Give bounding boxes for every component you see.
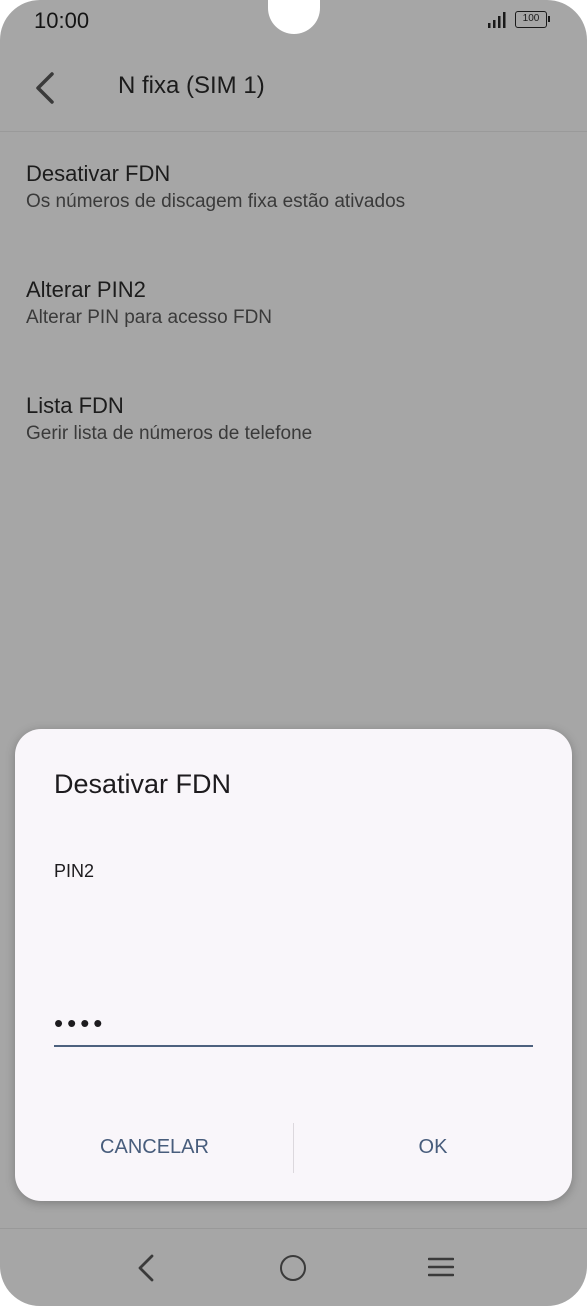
pin2-dialog: Desativar FDN PIN2 •••• CANCELAR OK	[15, 729, 572, 1201]
dialog-button-row: CANCELAR OK	[15, 1121, 572, 1173]
app-bar: N fixa (SIM 1)	[0, 44, 587, 132]
setting-desativar-fdn[interactable]: Desativar FDN Os números de discagem fix…	[26, 160, 566, 216]
page-title: N fixa (SIM 1)	[118, 72, 265, 99]
setting-lista-fdn[interactable]: Lista FDN Gerir lista de números de tele…	[26, 392, 566, 448]
nav-menu-icon[interactable]	[428, 1256, 454, 1278]
status-bar: 10:00 100	[0, 0, 587, 42]
pin2-password-input[interactable]: ••••	[54, 1005, 533, 1047]
battery-level: 100	[522, 13, 540, 24]
setting-subtitle: Gerir lista de números de telefone	[26, 423, 313, 444]
back-arrow-icon[interactable]	[30, 68, 60, 108]
ok-button[interactable]: OK	[294, 1121, 572, 1173]
setting-subtitle: Alterar PIN para acesso FDN	[26, 307, 273, 328]
setting-alterar-pin2[interactable]: Alterar PIN2 Alterar PIN para acesso FDN	[26, 276, 566, 332]
phone-screen: 10:00 100 N fixa (SIM 1) Desativar FDN O…	[0, 0, 587, 1306]
pin2-field-label: PIN2	[54, 861, 95, 881]
nav-home-icon[interactable]	[280, 1255, 306, 1281]
camera-notch	[268, 0, 320, 34]
dialog-title: Desativar FDN	[54, 769, 232, 799]
cancel-button[interactable]: CANCELAR	[15, 1121, 294, 1173]
setting-title: Alterar PIN2	[26, 277, 146, 302]
setting-title: Desativar FDN	[26, 161, 171, 186]
nav-back-icon[interactable]	[136, 1253, 156, 1283]
setting-title: Lista FDN	[26, 393, 124, 418]
status-time: 10:00	[34, 8, 90, 33]
signal-icon	[488, 12, 506, 28]
navigation-bar	[0, 1228, 587, 1306]
battery-icon: 100	[515, 11, 550, 28]
setting-subtitle: Os números de discagem fixa estão ativad…	[26, 191, 406, 212]
